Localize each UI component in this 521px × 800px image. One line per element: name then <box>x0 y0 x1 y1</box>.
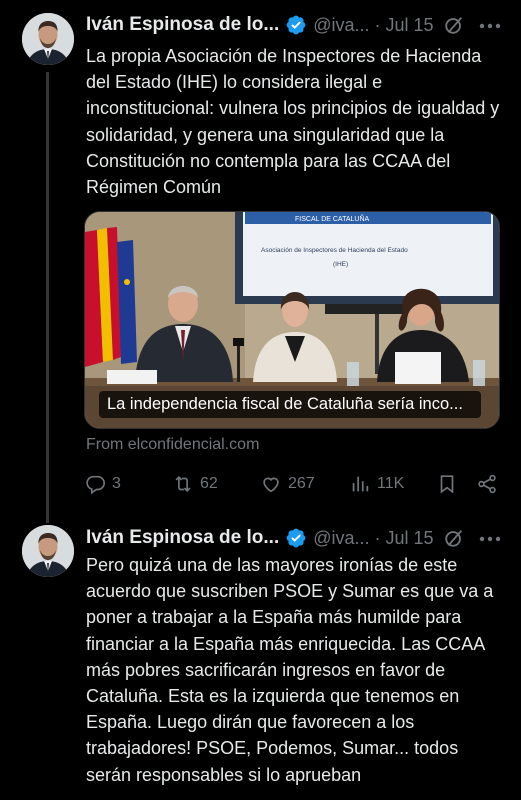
author-handle[interactable]: @iva... <box>313 15 369 36</box>
verified-badge-icon <box>286 15 306 35</box>
grok-icon[interactable] <box>443 527 465 549</box>
tweet-date[interactable]: Jul 15 <box>386 15 434 36</box>
reply-button[interactable]: 3 <box>84 472 121 496</box>
like-count: 267 <box>288 475 315 492</box>
avatar-image <box>22 13 74 65</box>
tweet-2[interactable]: Iván Espinosa de lo... @iva... · Jul 15 … <box>0 509 521 800</box>
repost-button[interactable]: 62 <box>172 472 218 496</box>
bookmark-icon <box>440 475 454 494</box>
reply-count: 3 <box>112 475 121 492</box>
tweet-header: Iván Espinosa de lo... @iva... · Jul 15 <box>86 12 434 38</box>
author-name[interactable]: Iván Espinosa de lo... <box>86 14 279 36</box>
repost-icon <box>175 475 191 493</box>
reply-icon <box>86 475 105 495</box>
views-count: 11K <box>377 475 405 492</box>
bookmark-button[interactable] <box>436 472 458 496</box>
screen-subtitle: Asociación de Inspectores de Hacienda de… <box>261 247 408 254</box>
like-button[interactable]: 267 <box>260 472 315 496</box>
like-icon <box>263 477 279 493</box>
share-button[interactable] <box>476 472 498 496</box>
thread-line <box>46 72 49 509</box>
link-card-caption[interactable]: La independencia fiscal de Cataluña serí… <box>99 391 481 418</box>
screen-title: FISCAL DE CATALUÑA <box>295 214 369 223</box>
screen-acronym: (IHE) <box>333 261 348 268</box>
repost-count: 62 <box>200 475 218 492</box>
grok-icon[interactable] <box>443 14 465 36</box>
verified-badge-icon <box>286 528 306 548</box>
avatar-image <box>22 525 74 577</box>
tweet-date[interactable]: Jul 15 <box>386 528 434 549</box>
more-icon[interactable] <box>479 530 501 548</box>
author-handle[interactable]: @iva... <box>313 528 369 549</box>
separator-dot: · <box>374 527 381 548</box>
share-icon <box>478 474 496 494</box>
separator-dot: · <box>374 14 381 35</box>
tweet-text: Pero quizá una de las mayores ironías de… <box>86 555 494 785</box>
views-button[interactable]: 11K <box>349 472 404 496</box>
thread-line <box>46 509 49 523</box>
author-name[interactable]: Iván Espinosa de lo... <box>86 527 279 549</box>
link-source[interactable]: From elconfidencial.com <box>86 436 259 454</box>
tweet-text: La propia Asociación de Inspectores de H… <box>86 46 500 198</box>
tweet-header: Iván Espinosa de lo... @iva... · Jul 15 <box>86 525 434 551</box>
action-bar: 3 62 267 11K <box>84 472 504 496</box>
more-icon[interactable] <box>479 17 501 35</box>
tweet-1[interactable]: Iván Espinosa de lo... @iva... · Jul 15 … <box>0 0 521 509</box>
link-card[interactable]: FISCAL DE CATALUÑA Asociación de Inspect… <box>84 211 500 429</box>
avatar[interactable] <box>22 13 74 65</box>
avatar[interactable] <box>22 525 74 577</box>
views-icon <box>352 476 369 492</box>
